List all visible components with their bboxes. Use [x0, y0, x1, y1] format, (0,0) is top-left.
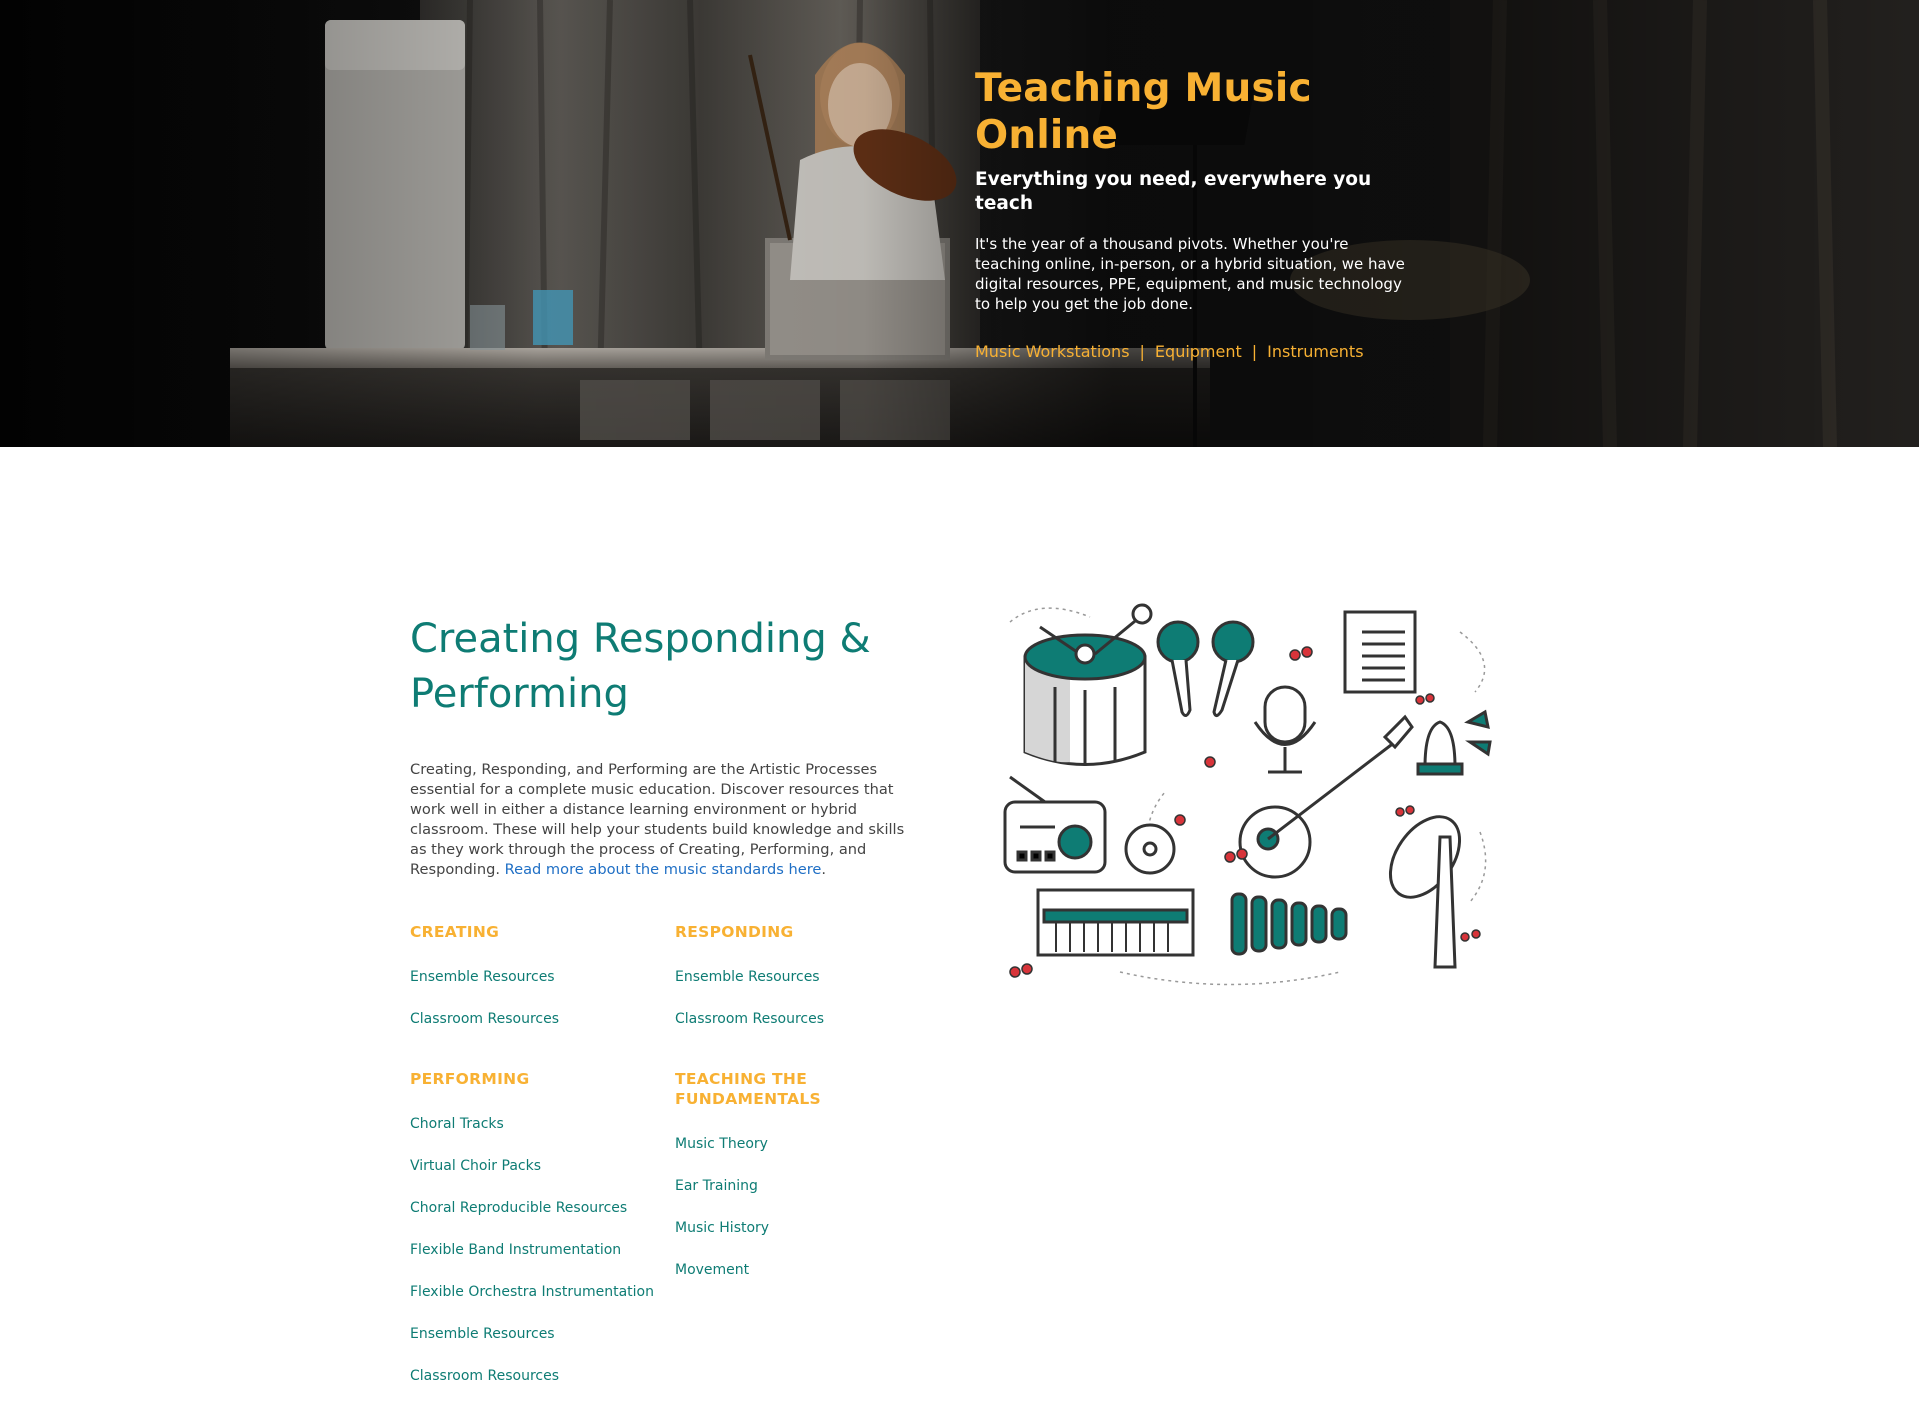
list-item: Classroom Resources	[410, 1366, 670, 1386]
music-instruments-illustration	[1003, 603, 1492, 986]
list-item: Flexible Band Instrumentation	[410, 1240, 670, 1260]
link-separator: |	[1139, 341, 1145, 361]
equipment-link[interactable]: Equipment	[1155, 342, 1242, 361]
responding-links: Ensemble Resources Classroom Resources	[675, 967, 935, 1029]
list-item: Ear Training	[675, 1176, 955, 1196]
link-separator: |	[1251, 341, 1258, 361]
list-item: Music History	[675, 1218, 955, 1238]
choral-reproducible-resources-link[interactable]: Choral Reproducible Resources	[410, 1200, 627, 1216]
category-fundamentals: TEACHING THE FUNDAMENTALS Music Theory E…	[675, 1069, 955, 1302]
list-item: Choral Tracks	[410, 1114, 670, 1134]
performing-links: Choral Tracks Virtual Choir Packs Choral…	[410, 1114, 670, 1386]
list-item: Flexible Orchestra Instrumentation	[410, 1282, 670, 1302]
hero-overlay	[0, 0, 1919, 447]
artistic-processes-section: Creating Responding & Performing Creatin…	[410, 612, 935, 880]
section-description-end: .	[821, 861, 826, 878]
category-responding: RESPONDING Ensemble Resources Classroom …	[675, 922, 935, 1051]
section-description: Creating, Responding, and Performing are…	[410, 760, 925, 880]
list-item: Virtual Choir Packs	[410, 1156, 670, 1176]
list-item: Ensemble Resources	[410, 1324, 670, 1344]
creating-links: Ensemble Resources Classroom Resources	[410, 967, 670, 1029]
music-workstations-link[interactable]: Music Workstations	[975, 342, 1130, 361]
performing-ensemble-resources-link[interactable]: Ensemble Resources	[410, 1326, 555, 1342]
list-item: Classroom Resources	[675, 1009, 935, 1029]
list-item: Ensemble Resources	[410, 967, 670, 987]
creating-classroom-resources-link[interactable]: Classroom Resources	[410, 1011, 559, 1027]
ear-training-link[interactable]: Ear Training	[675, 1178, 758, 1194]
category-performing: PERFORMING Choral Tracks Virtual Choir P…	[410, 1069, 670, 1408]
list-item: Ensemble Resources	[675, 967, 935, 987]
category-heading-responding: RESPONDING	[675, 923, 794, 941]
hero-subtitle: Everything you need, everywhere you teac…	[975, 168, 1372, 214]
responding-ensemble-resources-link[interactable]: Ensemble Resources	[675, 969, 820, 985]
instruments-link[interactable]: Instruments	[1267, 342, 1363, 361]
list-item: Classroom Resources	[410, 1009, 670, 1029]
fundamentals-links: Music Theory Ear Training Music History …	[675, 1134, 955, 1280]
category-heading-fundamentals: TEACHING THE FUNDAMENTALS	[675, 1070, 821, 1108]
section-title: Creating Responding & Performing	[410, 616, 871, 717]
movement-link[interactable]: Movement	[675, 1262, 749, 1278]
hero-banner: Teaching Music Online Everything you nee…	[0, 0, 1919, 447]
virtual-choir-packs-link[interactable]: Virtual Choir Packs	[410, 1158, 541, 1174]
music-history-link[interactable]: Music History	[675, 1220, 769, 1236]
flexible-band-instrumentation-link[interactable]: Flexible Band Instrumentation	[410, 1242, 621, 1258]
music-theory-link[interactable]: Music Theory	[675, 1136, 768, 1152]
category-heading-creating: CREATING	[410, 923, 500, 941]
list-item: Choral Reproducible Resources	[410, 1198, 670, 1218]
list-item: Music Theory	[675, 1134, 955, 1154]
hero-description: It's the year of a thousand pivots. Whet…	[975, 234, 1405, 313]
list-item: Movement	[675, 1260, 955, 1280]
music-standards-link[interactable]: Read more about the music standards here	[505, 861, 822, 878]
responding-classroom-resources-link[interactable]: Classroom Resources	[675, 1011, 824, 1027]
flexible-orchestra-instrumentation-link[interactable]: Flexible Orchestra Instrumentation	[410, 1284, 654, 1300]
category-heading-performing: PERFORMING	[410, 1070, 530, 1088]
hero-title: Teaching Music Online	[975, 66, 1312, 158]
category-creating: CREATING Ensemble Resources Classroom Re…	[410, 922, 670, 1051]
creating-ensemble-resources-link[interactable]: Ensemble Resources	[410, 969, 555, 985]
choral-tracks-link[interactable]: Choral Tracks	[410, 1116, 504, 1132]
hero-links: Music Workstations | Equipment | Instruments	[975, 342, 1415, 361]
hero-text-block: Teaching Music Online Everything you nee…	[975, 66, 1415, 361]
performing-classroom-resources-link[interactable]: Classroom Resources	[410, 1368, 559, 1384]
